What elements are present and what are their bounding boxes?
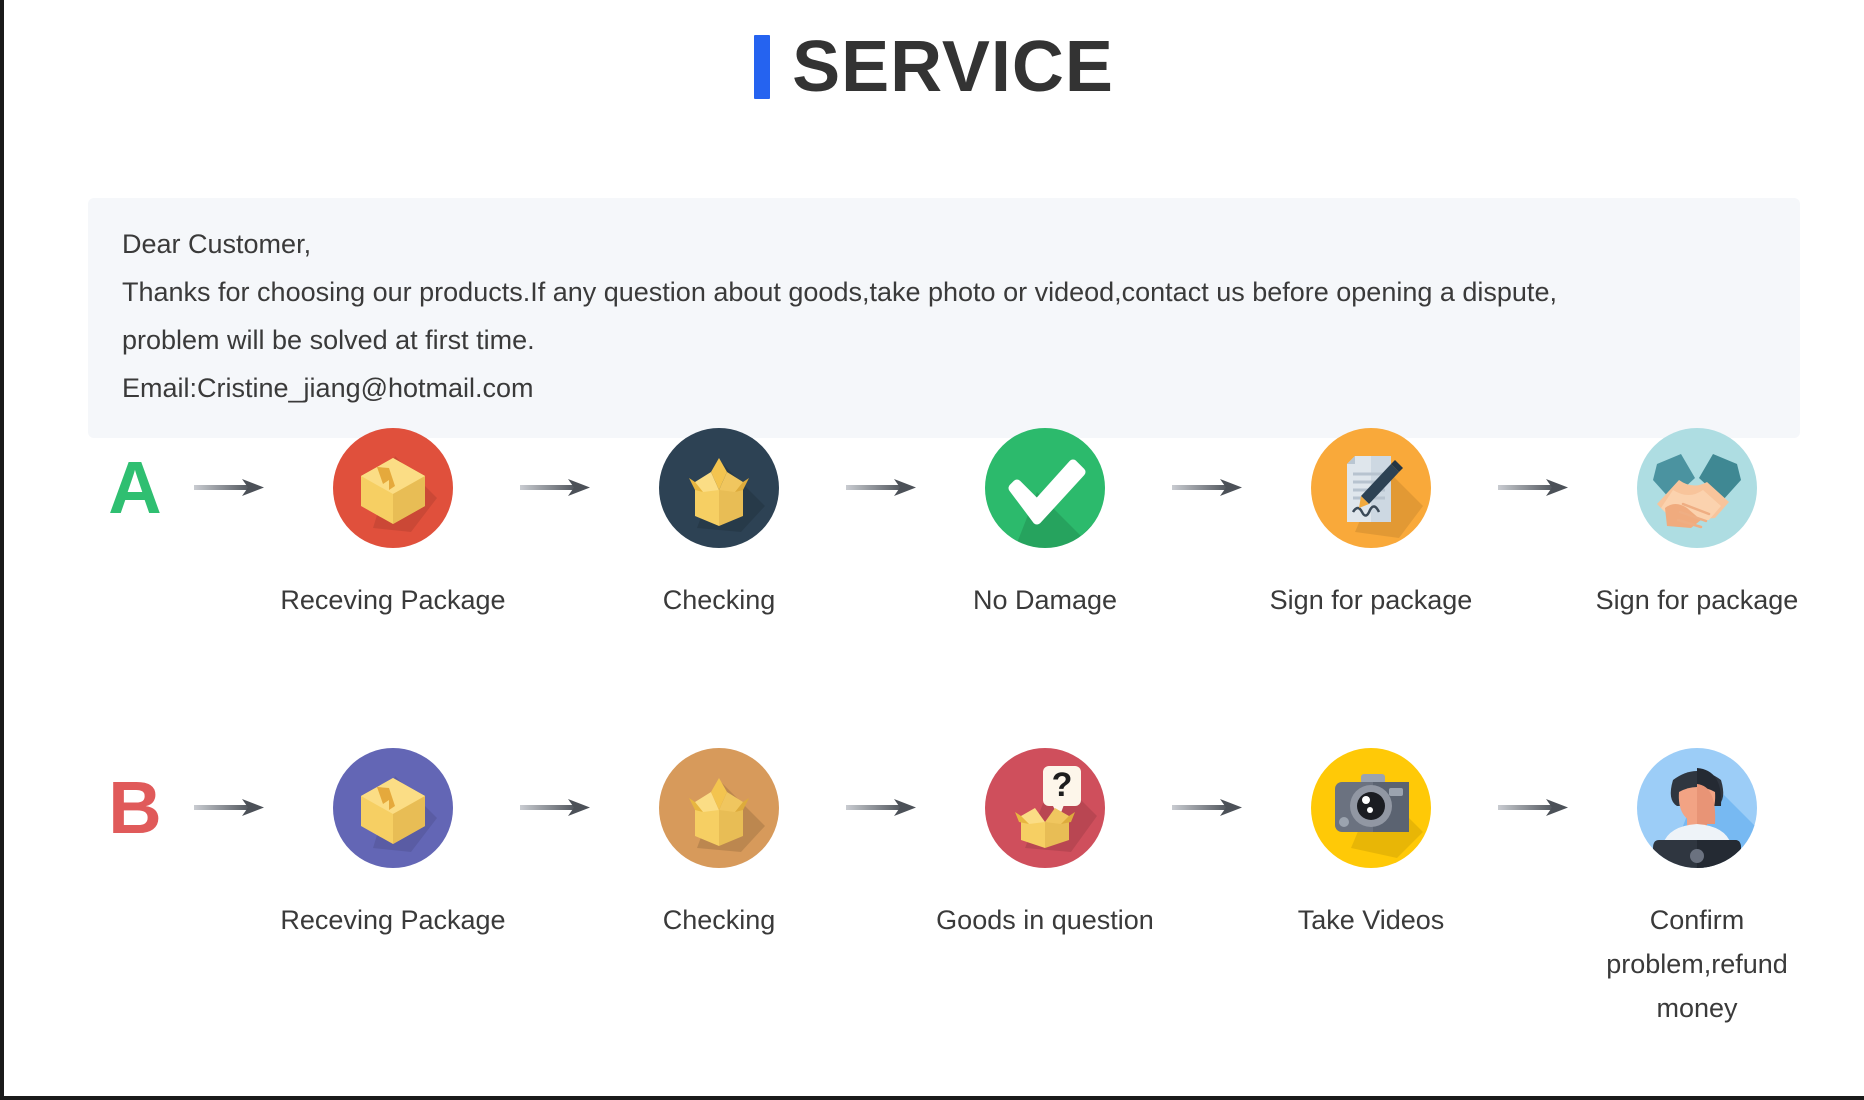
right-arrow-icon — [508, 428, 604, 548]
step-a-4: Sign for package — [1256, 428, 1486, 622]
step-label: Checking — [662, 905, 776, 935]
step-label: Goods in question — [936, 905, 1154, 935]
support-agent-icon — [1637, 748, 1757, 868]
step-a-3: No Damage — [930, 428, 1160, 622]
step-b-2: Checking — [604, 748, 834, 942]
right-arrow-icon — [1486, 428, 1582, 548]
open-box-icon — [659, 748, 779, 868]
step-b-5: Confirm problem,refund money — [1582, 748, 1812, 1030]
service-page: SERVICE Dear Customer, Thanks for choosi… — [0, 0, 1864, 1100]
right-arrow-icon — [182, 428, 278, 548]
step-a-5: Sign for package — [1582, 428, 1812, 622]
step-label: Confirm problem,refund money — [1606, 905, 1788, 1023]
flow-row-a: A Receving Package Checking No Damage Si… — [88, 428, 1800, 622]
signed-document-icon — [1311, 428, 1431, 548]
step-a-2: Checking — [604, 428, 834, 622]
right-arrow-icon — [1160, 428, 1256, 548]
right-arrow-icon — [834, 748, 930, 868]
step-label: Receving Package — [280, 905, 506, 935]
step-b-1: Receving Package — [278, 748, 508, 942]
right-arrow-icon — [1160, 748, 1256, 868]
right-arrow-icon — [1486, 748, 1582, 868]
question-box-icon: ? — [985, 748, 1105, 868]
check-mark-icon — [985, 428, 1105, 548]
title-accent-bar — [754, 35, 771, 99]
customer-notice-box: Dear Customer, Thanks for choosing our p… — [88, 198, 1800, 438]
step-label: No Damage — [972, 585, 1118, 615]
page-title: SERVICE — [4, 0, 1864, 103]
step-label: Receving Package — [280, 585, 506, 615]
flow-letter-a: A — [108, 446, 162, 529]
right-arrow-icon — [834, 428, 930, 548]
step-label: Checking — [662, 585, 776, 615]
camera-icon — [1311, 748, 1431, 868]
right-arrow-icon — [508, 748, 604, 868]
step-label: Sign for package — [1595, 585, 1799, 615]
notice-line-4: Email:Cristine_jiang@hotmail.com — [122, 373, 534, 403]
notice-line-2: Thanks for choosing our products.If any … — [122, 277, 1557, 307]
notice-line-1: Dear Customer, — [122, 229, 312, 259]
right-arrow-icon — [182, 748, 278, 868]
closed-box-icon — [333, 748, 453, 868]
closed-box-icon — [333, 428, 453, 548]
step-label: Take Videos — [1297, 905, 1445, 935]
open-box-icon — [659, 428, 779, 548]
step-label: Sign for package — [1269, 585, 1473, 615]
page-title-text: SERVICE — [792, 27, 1114, 107]
step-b-3: ? Goods in question — [930, 748, 1160, 942]
step-b-4: Take Videos — [1256, 748, 1486, 942]
flow-letter-b: B — [108, 766, 162, 849]
flow-row-b: B Receving Package Checking ? Goods in q… — [88, 748, 1800, 1030]
notice-line-3: problem will be solved at first time. — [122, 325, 535, 355]
svg-text:?: ? — [1052, 766, 1073, 804]
step-a-1: Receving Package — [278, 428, 508, 622]
handshake-icon — [1637, 428, 1757, 548]
